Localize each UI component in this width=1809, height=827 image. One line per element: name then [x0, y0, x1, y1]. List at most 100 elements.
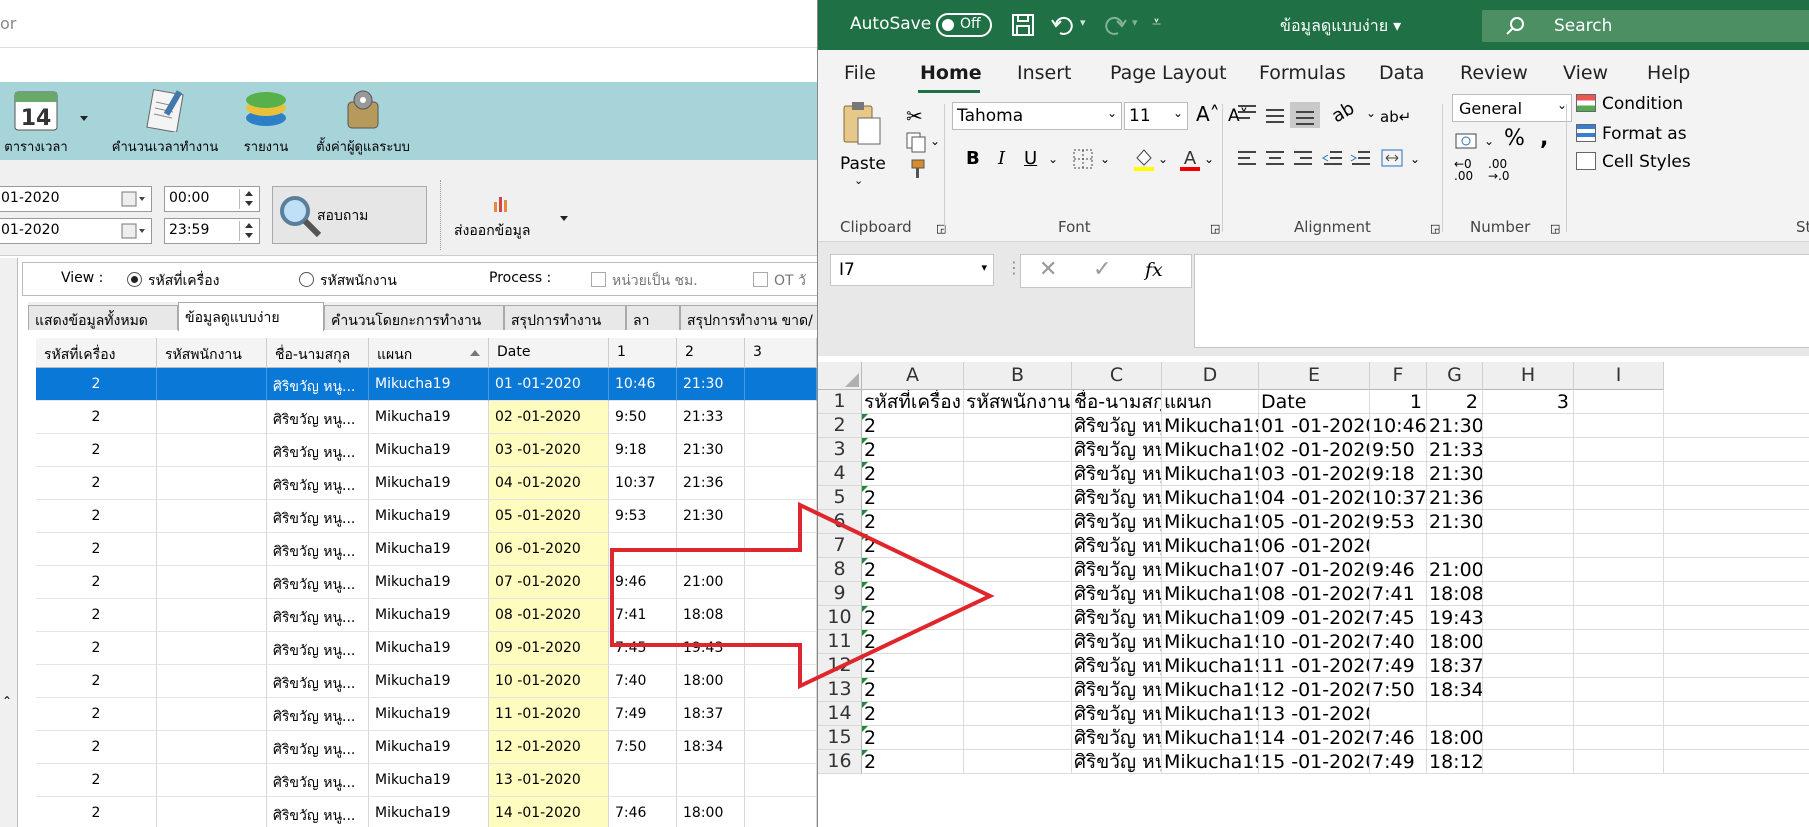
cell[interactable]: [1664, 558, 1809, 582]
tab-absence-summary[interactable]: สรุปการทำงาน ขาด/: [680, 305, 817, 330]
cell[interactable]: 2: [862, 582, 964, 606]
tab-file[interactable]: File: [844, 62, 876, 84]
cell[interactable]: Mikucha19: [1162, 462, 1259, 486]
column-header-e[interactable]: E: [1259, 362, 1370, 390]
toolbar-admin-button[interactable]: ตั้งค่าผู้ดูแลระบบ: [302, 88, 424, 157]
cell[interactable]: Mikucha19: [1162, 750, 1259, 774]
cell[interactable]: 18:37: [1427, 654, 1483, 678]
tab-all-data[interactable]: แสดงข้อมูลทั้งหมด: [28, 305, 178, 330]
cell[interactable]: [1574, 462, 1664, 486]
cell[interactable]: [1664, 678, 1809, 702]
save-icon[interactable]: [1010, 12, 1036, 38]
cell[interactable]: [1574, 414, 1664, 438]
formula-input[interactable]: [1194, 254, 1809, 348]
row-header[interactable]: 15: [818, 726, 862, 750]
cell[interactable]: [964, 726, 1072, 750]
cell[interactable]: 18:00: [1427, 726, 1483, 750]
decrease-decimal-icon[interactable]: .00 →.0: [1488, 158, 1510, 182]
cell[interactable]: 2: [1427, 390, 1483, 414]
cell[interactable]: 02 -01-2020: [1259, 438, 1370, 462]
cell[interactable]: 7:50: [1370, 678, 1427, 702]
cell[interactable]: 1: [1370, 390, 1427, 414]
cell[interactable]: [1483, 654, 1574, 678]
column-header-b[interactable]: B: [964, 362, 1072, 390]
cell[interactable]: [964, 678, 1072, 702]
cell[interactable]: 03 -01-2020: [1259, 462, 1370, 486]
tab-page-layout[interactable]: Page Layout: [1110, 62, 1227, 84]
decrease-indent-icon[interactable]: [1322, 150, 1344, 168]
cell[interactable]: [1483, 462, 1574, 486]
row-header[interactable]: 4: [818, 462, 862, 486]
undo-icon[interactable]: [1050, 12, 1076, 38]
cell[interactable]: 2: [862, 534, 964, 558]
cell[interactable]: 7:41: [1370, 582, 1427, 606]
cell-styles-button[interactable]: Cell Styles: [1576, 152, 1691, 172]
percent-icon[interactable]: %: [1504, 126, 1525, 151]
header-department[interactable]: แผนก: [369, 338, 489, 368]
row-header[interactable]: 1: [818, 390, 862, 414]
cell[interactable]: [1574, 606, 1664, 630]
cell[interactable]: ศิริขวัญ หนู: [1072, 630, 1162, 654]
cell[interactable]: [1664, 534, 1809, 558]
row-header[interactable]: 7: [818, 534, 862, 558]
cell[interactable]: 04 -01-2020: [1259, 486, 1370, 510]
merge-center-icon[interactable]: [1380, 148, 1404, 168]
cancel-entry-icon[interactable]: ✕: [1039, 257, 1057, 282]
tab-review[interactable]: Review: [1460, 62, 1528, 84]
export-dropdown-icon[interactable]: [560, 216, 568, 221]
cell[interactable]: [1483, 558, 1574, 582]
wrap-text-icon[interactable]: ab↵: [1380, 108, 1411, 126]
cell[interactable]: [1664, 438, 1809, 462]
customize-toolbar-icon[interactable]: ⩡: [1152, 12, 1161, 32]
cell[interactable]: 2: [862, 702, 964, 726]
table-row[interactable]: 2 ศิริขวัญ หนู... Mikucha19 14 -01-2020 7:46…: [36, 797, 817, 827]
left-scrollbar[interactable]: ⌃: [0, 258, 18, 827]
row-header[interactable]: 9: [818, 582, 862, 606]
table-row[interactable]: 2 ศิริขวัญ หนู... Mikucha19 05 -01-2020 9:53…: [36, 500, 817, 533]
cell[interactable]: 19:43: [1427, 606, 1483, 630]
cell[interactable]: [1664, 582, 1809, 606]
cell[interactable]: 9:18: [1370, 462, 1427, 486]
column-header-g[interactable]: G: [1427, 362, 1483, 390]
cell[interactable]: 7:45: [1370, 606, 1427, 630]
cell[interactable]: ศิริขวัญ หนู: [1072, 750, 1162, 774]
cell[interactable]: [1483, 630, 1574, 654]
cell[interactable]: [1574, 726, 1664, 750]
cell[interactable]: [1574, 630, 1664, 654]
cell[interactable]: ศิริขวัญ หนู: [1072, 414, 1162, 438]
cell[interactable]: 21:00: [1427, 558, 1483, 582]
cell[interactable]: 14 -01-2020: [1259, 726, 1370, 750]
cell[interactable]: 01 -01-2020: [1259, 414, 1370, 438]
cell[interactable]: 18:34: [1427, 678, 1483, 702]
orientation-dropdown-icon[interactable]: ⌄: [1366, 106, 1376, 120]
cell[interactable]: 2: [862, 486, 964, 510]
cell[interactable]: ศิริขวัญ หนู: [1072, 486, 1162, 510]
cell[interactable]: 7:49: [1370, 654, 1427, 678]
cell[interactable]: [964, 438, 1072, 462]
cell[interactable]: 2: [862, 726, 964, 750]
font-size-select[interactable]: 11 ⌄: [1124, 102, 1188, 130]
cell[interactable]: [964, 510, 1072, 534]
cell[interactable]: 2: [862, 630, 964, 654]
row-header[interactable]: 13: [818, 678, 862, 702]
view-employee-radio[interactable]: รหัสพนักงาน: [299, 270, 397, 292]
cell[interactable]: Mikucha19: [1162, 678, 1259, 702]
align-center-icon[interactable]: [1264, 150, 1286, 168]
table-row[interactable]: 2 ศิริขวัญ หนู... Mikucha19 01 -01-2020 10:4…: [36, 368, 817, 401]
paste-dropdown-icon[interactable]: ⌄: [838, 174, 894, 187]
cell[interactable]: 7:49: [1370, 750, 1427, 774]
cell[interactable]: [1574, 390, 1664, 414]
cell[interactable]: [1574, 582, 1664, 606]
header-machine-id[interactable]: รหัสที่เครื่อง: [36, 338, 157, 368]
cell[interactable]: [1574, 534, 1664, 558]
cell[interactable]: [1574, 702, 1664, 726]
tab-home[interactable]: Home: [920, 62, 982, 84]
cell[interactable]: 10:46: [1370, 414, 1427, 438]
cell[interactable]: 10 -01-2020: [1259, 630, 1370, 654]
view-machine-radio[interactable]: รหัสที่เครื่อง: [127, 270, 219, 292]
cell[interactable]: 2: [862, 510, 964, 534]
toolbar-calc-button[interactable]: คำนวนเวลาทำงาน: [100, 88, 230, 157]
font-color-icon[interactable]: A: [1178, 146, 1202, 172]
cell[interactable]: [1483, 510, 1574, 534]
cell[interactable]: ศิริขวัญ หนู: [1072, 438, 1162, 462]
